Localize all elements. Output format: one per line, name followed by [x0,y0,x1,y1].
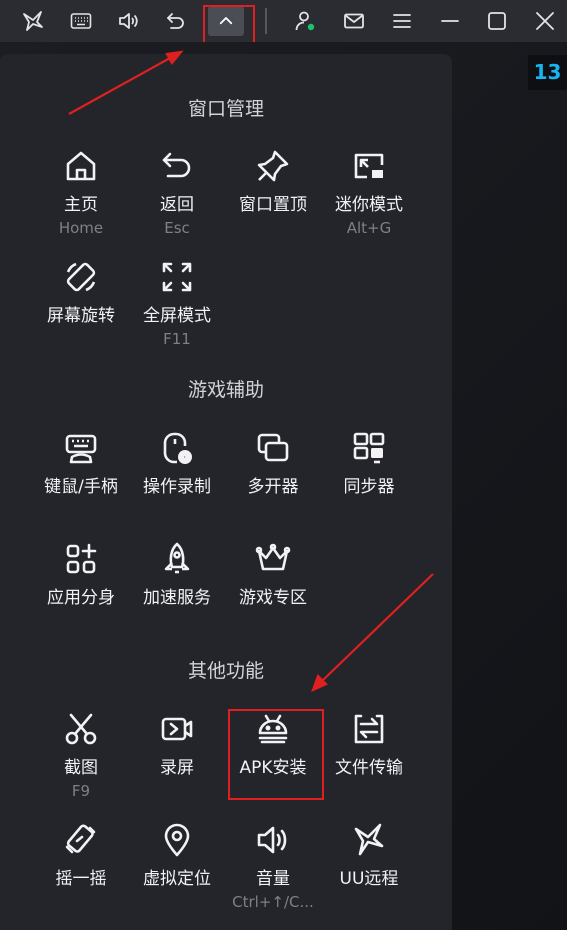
shake-icon [61,820,101,860]
mini-mode-icon [349,146,389,186]
menu-item-label: 主页 [64,195,98,215]
toolbar-divider [265,8,267,34]
menu-item-sync[interactable]: 同步器 [321,428,417,528]
menu-item-boost[interactable]: 加速服务 [129,539,225,639]
menu-item-multi[interactable]: 多开器 [225,428,321,528]
home-icon [61,146,101,186]
pin-icon [253,146,293,186]
mail-icon[interactable] [338,5,370,37]
menu-item-shortcut: F9 [71,782,91,800]
menu-item-shortcut: Alt+G [346,219,392,237]
keyboard-icon[interactable] [65,5,97,37]
menu-item-shortcut: Ctrl+↑/C... [232,893,314,911]
menu-item-record-ops[interactable]: 操作录制 [129,428,225,528]
top-toolbar [0,0,567,42]
menu-item-transfer[interactable]: 文件传输 [321,709,417,809]
rotate-icon [61,257,101,297]
menu-item-screenrec[interactable]: 录屏 [129,709,225,809]
menu-item-label: UU远程 [339,869,399,889]
uu-remote-icon [349,820,389,860]
menu-item-label: 返回 [160,195,194,215]
file-transfer-icon [349,709,389,749]
menu-item-keymap[interactable]: 键鼠/手柄 [33,428,129,528]
mouse-record-icon [157,428,197,468]
menu-item-label: 迷你模式 [335,195,403,215]
minimize-icon[interactable] [434,5,466,37]
menu-item-gamezone[interactable]: 游戏专区 [225,539,321,639]
section-title-other: 其他功能 [187,660,264,682]
close-icon[interactable] [529,5,561,37]
maximize-icon[interactable] [481,5,513,37]
menu-item-mini[interactable]: 迷你模式 Alt+G [321,146,417,246]
section-title-window: 窗口管理 [187,98,264,120]
undo-icon [157,146,197,186]
rocket-icon [157,539,197,579]
menu-item-label: 多开器 [247,477,299,497]
menu-item-shortcut: Home [58,219,104,237]
menu-item-shortcut: Esc [164,219,190,237]
apk-highlight-box [228,709,324,800]
menu-item-label: 窗口置顶 [239,195,307,215]
menu-item-shake[interactable]: 摇一摇 [33,820,129,920]
menu-item-uu[interactable]: UU远程 [321,820,417,920]
menu-item-volume[interactable]: 音量 Ctrl+↑/C... [225,820,321,920]
menu-item-label: 键鼠/手柄 [44,477,118,497]
menu-item-pin[interactable]: 窗口置顶 [225,146,321,246]
side-badge: 13 [528,55,567,90]
user-status-icon[interactable] [289,5,321,37]
menu-item-label: 应用分身 [47,588,115,608]
scissors-icon [61,709,101,749]
menu-item-screenshot[interactable]: 截图 F9 [33,709,129,809]
butterfly-icon[interactable] [17,5,49,37]
speaker-icon [253,820,293,860]
menu-item-clone[interactable]: 应用分身 [33,539,129,639]
menu-item-label: 游戏专区 [239,588,307,608]
menu-item-label: 加速服务 [143,588,211,608]
app-clone-icon [61,539,101,579]
menu-item-back[interactable]: 返回 Esc [129,146,225,246]
multi-instance-icon [253,428,293,468]
menu-item-shortcut: F11 [163,330,191,348]
menu-panel: 窗口管理 主页 Home 返回 Esc 窗口置顶 迷你模式 Alt+G 屏幕旋转 [0,54,452,930]
menu-item-label: 操作录制 [143,477,211,497]
section-title-game: 游戏辅助 [187,379,264,401]
menu-item-label: 同步器 [343,477,395,497]
menu-icon[interactable] [386,5,418,37]
menu-item-label: 截图 [64,758,98,778]
menu-item-fullscreen[interactable]: 全屏模式 F11 [129,257,225,357]
back-icon[interactable] [160,5,192,37]
menu-item-label: 音量 [256,869,290,889]
menu-item-label: 虚拟定位 [143,869,211,889]
menu-item-rotate[interactable]: 屏幕旋转 [33,257,129,357]
menu-item-label: 全屏模式 [143,306,211,326]
fullscreen-icon [157,257,197,297]
location-pin-icon [157,820,197,860]
video-record-icon [157,709,197,749]
menu-item-label: 录屏 [160,758,194,778]
keyboard-gamepad-icon [61,428,101,468]
menu-item-label: 屏幕旋转 [47,306,115,326]
menu-item-label: 摇一摇 [55,869,107,889]
menu-item-home[interactable]: 主页 Home [33,146,129,246]
volume-icon[interactable] [112,5,144,37]
menu-item-label: 文件传输 [335,758,403,778]
menu-item-location[interactable]: 虚拟定位 [129,820,225,920]
crown-icon [253,539,293,579]
sync-icon [349,428,389,468]
